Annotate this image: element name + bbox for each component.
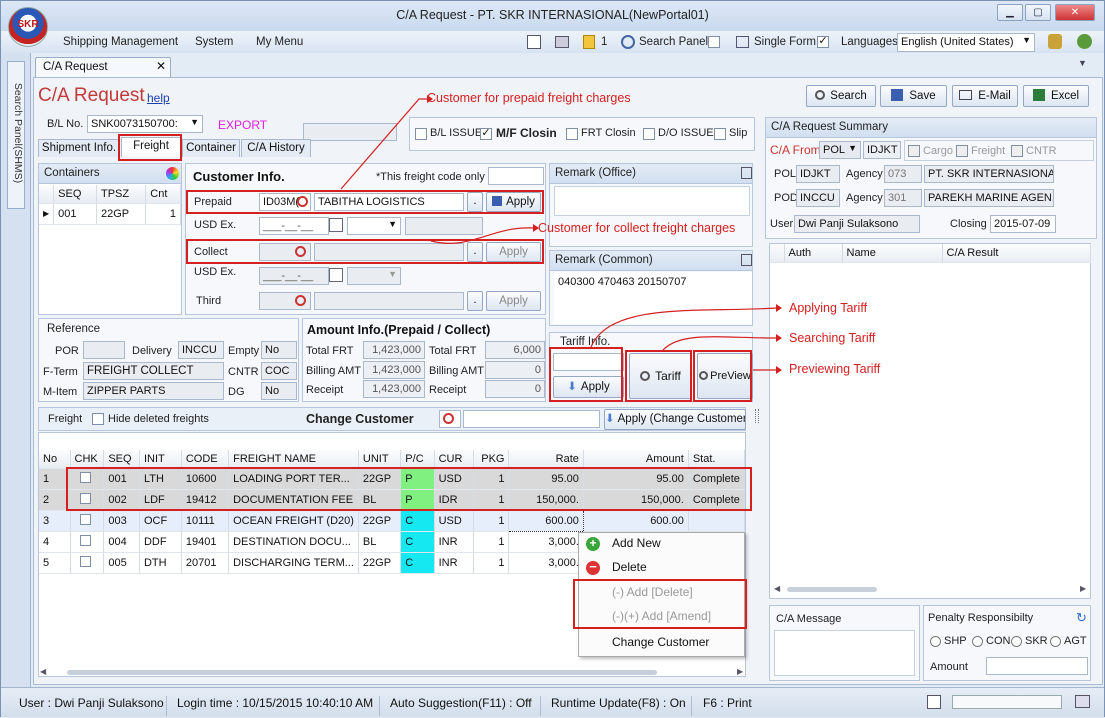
annotation-searching-tariff: Searching Tariff [789,331,876,345]
annotation-arrows [340,95,782,374]
arrow-collect [430,227,534,244]
arrow-applying [590,307,777,348]
annotation-collect: Customer for collect freight charges [538,221,736,235]
annotation-previewing-tariff: Previewing Tariff [789,362,881,376]
arrow-searching [662,336,777,351]
arrow-prepaid [340,98,427,190]
annotation-applying-tariff: Applying Tariff [789,301,868,315]
logo-text: SKR [17,19,39,30]
annotation-prepaid: Customer for prepaid freight charges [427,91,631,105]
application-window: C/A Request - PT. SKR INTERNASIONAL(NewP… [0,0,1105,717]
skr-logo: SKR [8,7,48,47]
